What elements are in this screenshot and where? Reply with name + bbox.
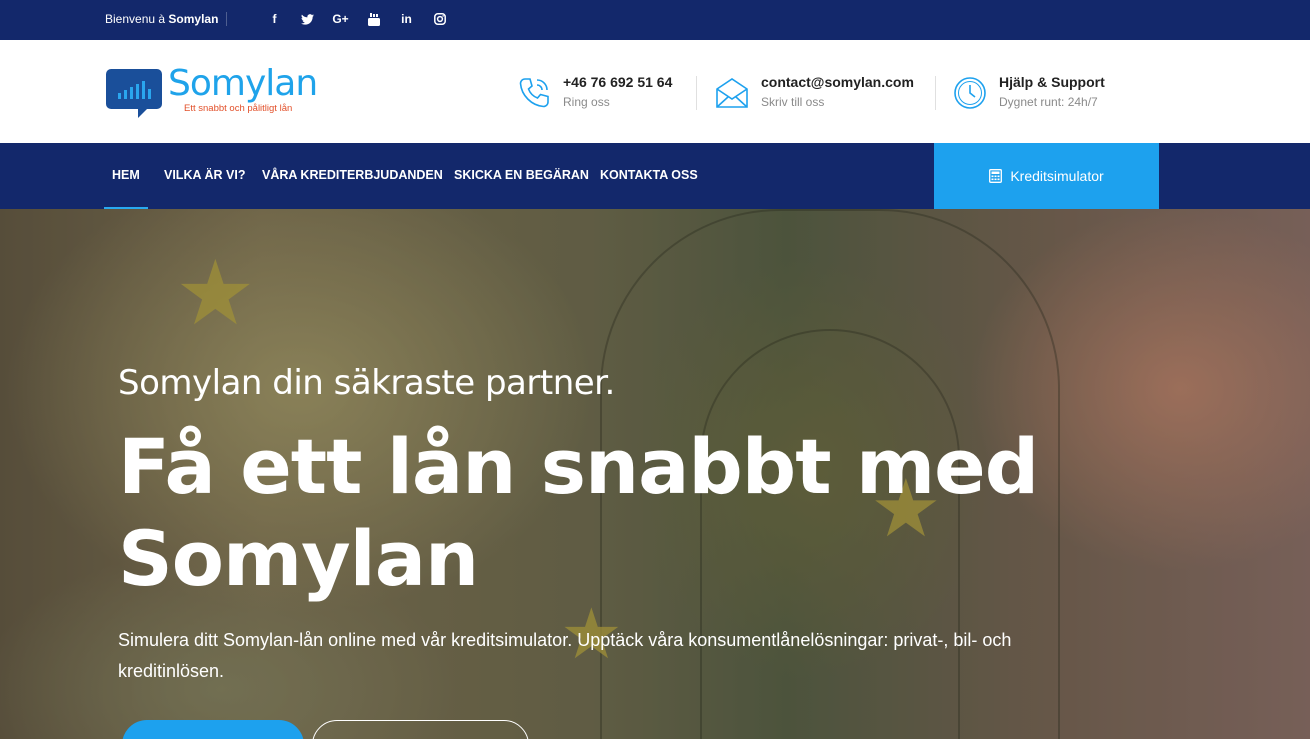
contact-email-address: contact@somylan.com (761, 74, 914, 90)
twitter-icon[interactable] (291, 10, 324, 28)
nav-item-vilka-ar-vi[interactable]: VILKA ÄR VI? (164, 143, 245, 209)
contact-phone-number: +46 76 692 51 64 (563, 74, 673, 90)
calculator-icon (989, 169, 1003, 183)
contact-email-sub: Skriv till oss (761, 95, 825, 109)
contact-support-sub: Dygnet runt: 24h/7 (999, 95, 1098, 109)
hero-description: Simulera ditt Somylan-lån online med vår… (118, 630, 1012, 681)
contact-support: Hjälp & Support Dygnet runt: 24h/7 (953, 74, 1143, 112)
welcome-text: Bienvenu à Somylan (105, 12, 228, 26)
google-plus-icon[interactable]: G+ (324, 10, 357, 28)
envelope-icon (716, 78, 748, 108)
logo[interactable]: Somylan Ett snabbt och pålitligt lån (106, 63, 336, 122)
hero-title: Få ett lån snabbt med Somylan (118, 422, 1039, 603)
welcome-prefix: Bienvenu à (105, 12, 166, 26)
kreditsimulator-button[interactable]: Kreditsimulator (934, 143, 1159, 209)
phone-icon (519, 78, 549, 108)
linkedin-icon[interactable]: in (390, 10, 423, 28)
clock-icon (954, 77, 986, 109)
hero-secondary-button[interactable] (312, 720, 529, 739)
contact-email[interactable]: contact@somylan.com Skriv till oss (715, 74, 925, 112)
main-nav: HEM VILKA ÄR VI? VÅRA KREDITERBJUDANDEN … (0, 143, 1310, 209)
top-bar: Bienvenu à Somylan f G+ in (0, 0, 1310, 40)
contact-support-title: Hjälp & Support (999, 74, 1105, 90)
contact-phone[interactable]: +46 76 692 51 64 Ring oss (517, 74, 687, 112)
nav-item-skicka-en-begaran[interactable]: SKICKA EN BEGÄRAN (454, 143, 589, 209)
logo-tagline: Ett snabbt och pålitligt lån (184, 103, 293, 114)
hero-pretitle: Somylan din säkraste partner. (118, 363, 615, 403)
hero-section: ★ ★ ★ Somylan din säkraste partner. Få e… (0, 209, 1310, 739)
hero-primary-button[interactable] (122, 720, 304, 739)
instagram-icon[interactable] (423, 10, 456, 28)
kreditsimulator-label: Kreditsimulator (1010, 168, 1104, 184)
nav-item-kreditorbjudanden[interactable]: VÅRA KREDITERBJUDANDEN (262, 143, 443, 209)
logo-chart-icon (106, 69, 162, 118)
header-divider (696, 76, 697, 110)
nav-item-hem[interactable]: HEM (104, 143, 148, 209)
logo-name: Somylan (168, 63, 318, 104)
social-links: f G+ in (258, 10, 456, 28)
welcome-brand: Somylan (168, 12, 219, 26)
contact-phone-sub: Ring oss (563, 95, 610, 109)
header-divider (935, 76, 936, 110)
facebook-icon[interactable]: f (258, 10, 291, 28)
youtube-icon[interactable] (357, 10, 390, 28)
site-header: Somylan Ett snabbt och pålitligt lån +46… (0, 40, 1310, 143)
nav-item-kontakta-oss[interactable]: KONTAKTA OSS (600, 143, 698, 209)
